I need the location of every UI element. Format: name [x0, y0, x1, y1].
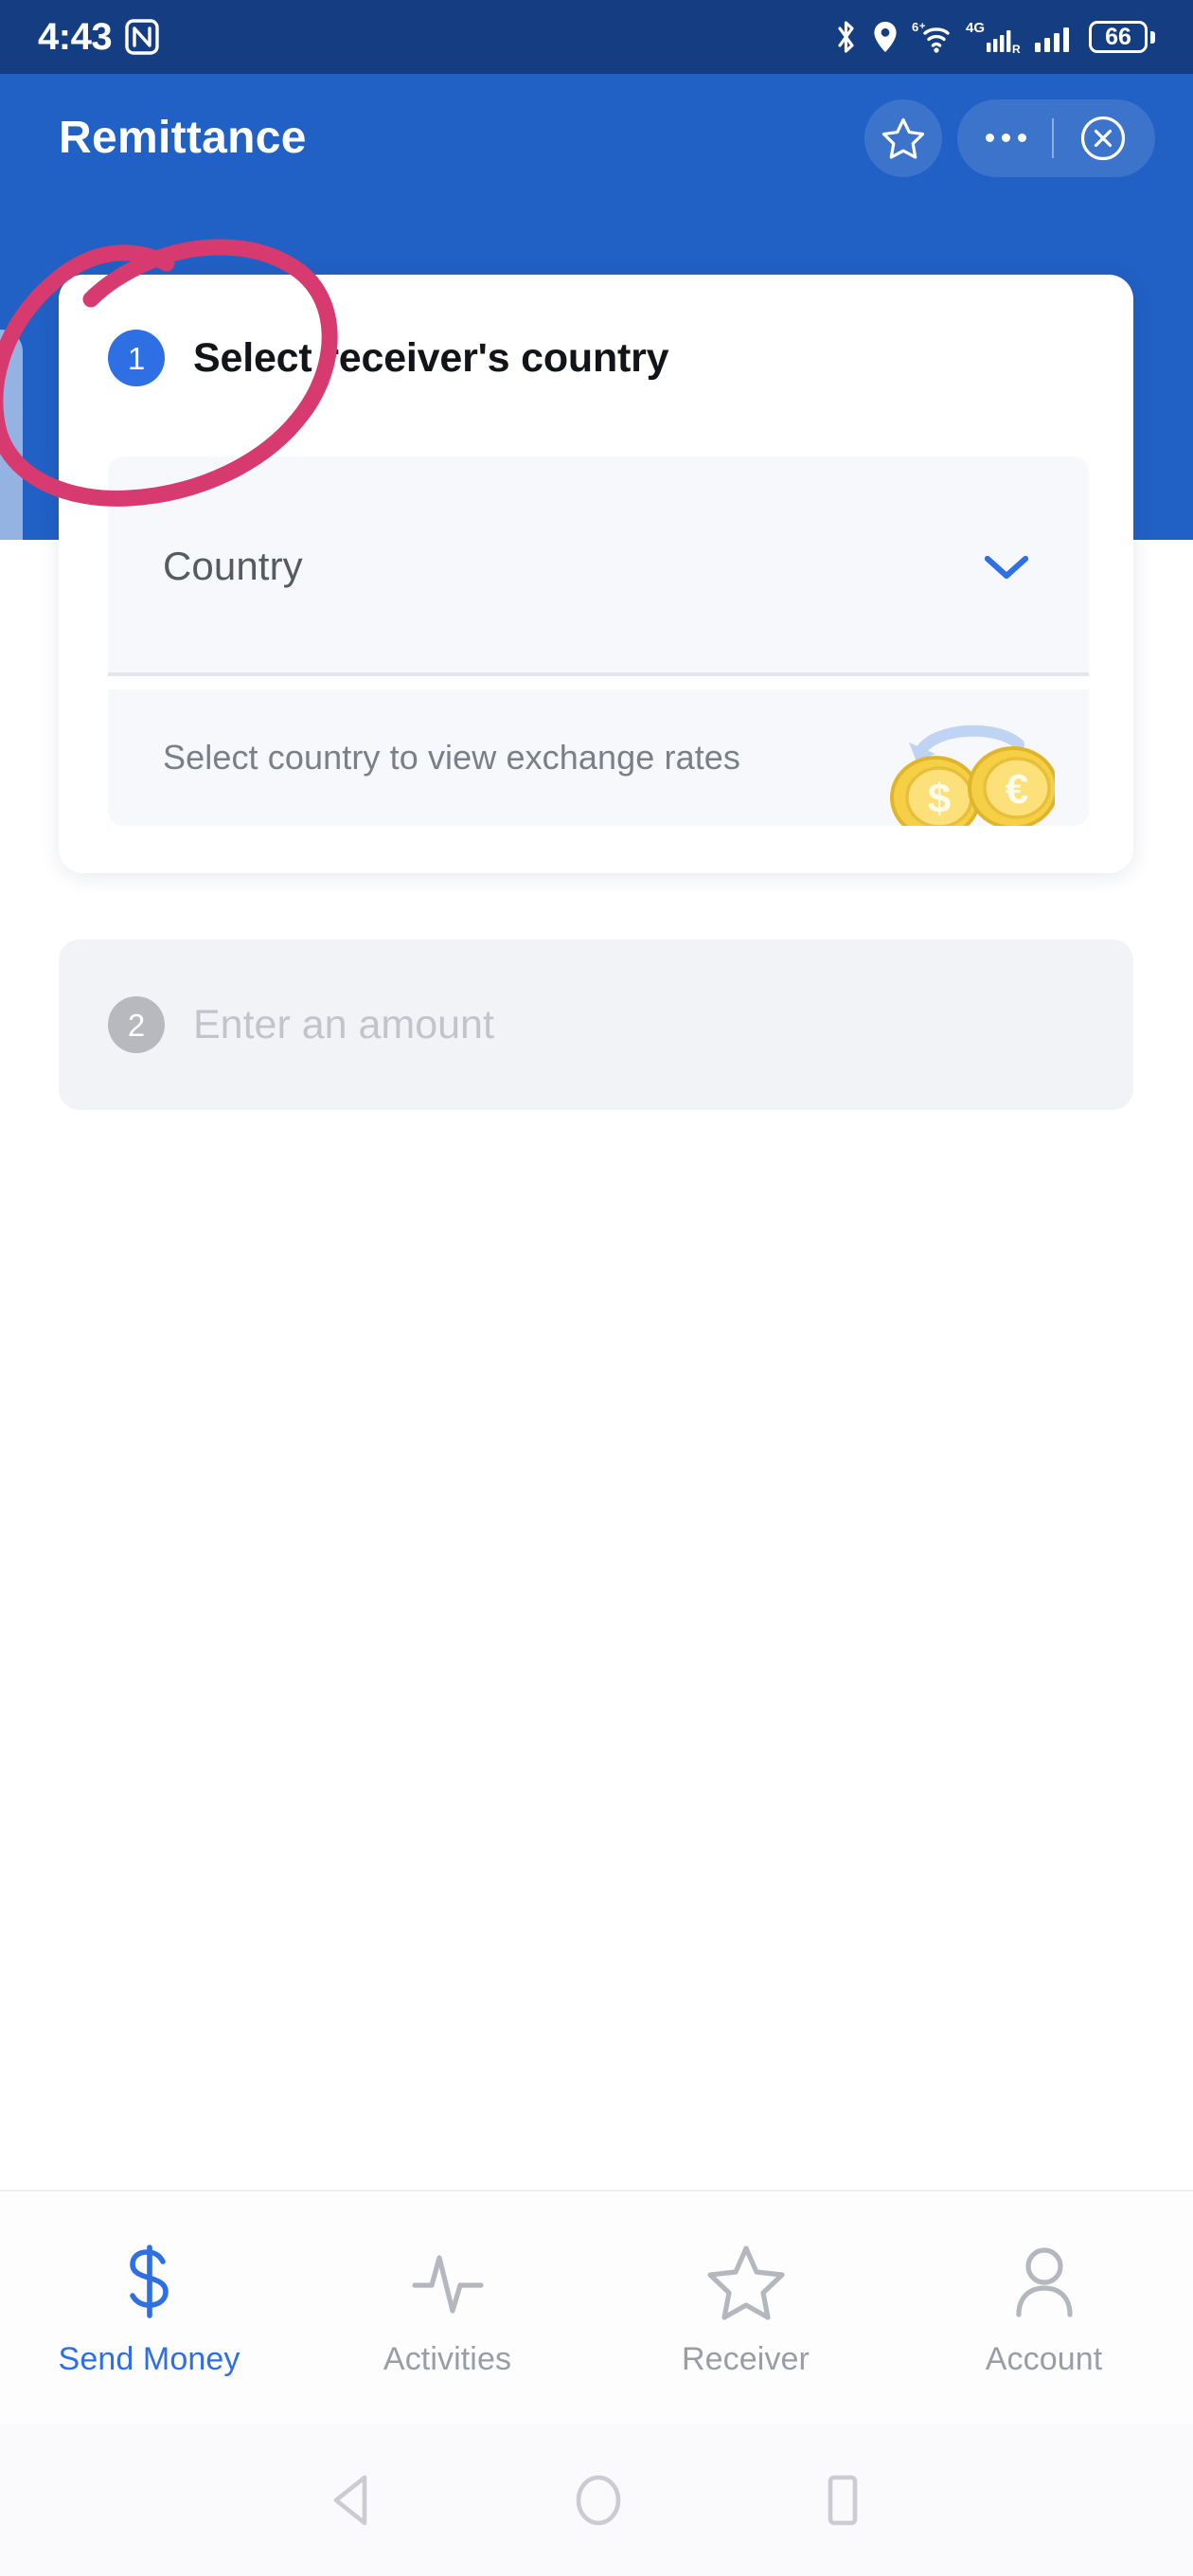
nav-item-send-money[interactable]: Send Money [0, 2241, 298, 2375]
square-recents-icon[interactable] [815, 2471, 868, 2530]
exchange-rate-hint: Select country to view exchange rates [163, 738, 741, 777]
country-select-field[interactable]: Country [108, 456, 1089, 676]
svg-text:$: $ [928, 776, 951, 822]
svg-text:4G: 4G [966, 20, 985, 36]
location-icon [874, 22, 897, 52]
status-bar: 4:43 6 + 4G R 66 [0, 0, 1193, 74]
dollar-sign-icon [117, 2241, 182, 2322]
step-two-card[interactable]: 2 Enter an amount [59, 939, 1133, 1110]
currency-exchange-illustration: $ € [875, 689, 1059, 839]
circle-home-icon[interactable] [571, 2471, 626, 2530]
nav-label-account: Account [985, 2341, 1103, 2377]
nav-item-receiver[interactable]: Receiver [596, 2241, 895, 2375]
wifi-icon: 6 + [912, 20, 950, 53]
star-outline-icon [706, 2241, 786, 2322]
nav-label-receiver: Receiver [682, 2341, 810, 2377]
svg-text:6: 6 [912, 20, 918, 34]
status-bar-left: 4:43 [38, 18, 159, 56]
country-field-underline [108, 672, 1089, 676]
bottom-navigation: Send Money Activities Receiver Account [0, 2191, 1193, 2424]
carousel-peek-card[interactable] [0, 330, 23, 581]
chevron-down-icon[interactable] [977, 547, 1036, 585]
close-circle-icon[interactable] [1079, 115, 1127, 162]
bluetooth-icon [838, 21, 854, 53]
header-actions [864, 98, 1155, 177]
android-system-nav [0, 2424, 1193, 2576]
favorite-button[interactable] [864, 98, 942, 177]
country-select-placeholder: Country [163, 544, 303, 588]
activity-pulse-icon [409, 2241, 487, 2322]
nav-item-activities[interactable]: Activities [298, 2241, 596, 2375]
battery-level: 66 [1105, 23, 1131, 50]
step-two-title: Enter an amount [193, 1001, 494, 1047]
star-outline-icon [881, 117, 925, 159]
signal-4g-icon: 4G R [966, 20, 1021, 56]
nav-label-activities: Activities [383, 2341, 512, 2377]
exchange-rate-hint-strip: Select country to view exchange rates $ [108, 689, 1089, 839]
svg-text:+: + [919, 21, 925, 32]
header-menu-pill [957, 98, 1155, 177]
pill-divider [1052, 117, 1054, 158]
nav-label-send-money: Send Money [58, 2341, 240, 2377]
step-two-badge: 2 [108, 996, 165, 1053]
phone-screen: 4:43 6 + 4G R 66 Remittance 1 Select rec… [0, 0, 1193, 2576]
step-one-header: 1 Select receiver's country [59, 275, 1133, 386]
svg-text:€: € [1006, 766, 1028, 813]
triangle-back-icon[interactable] [325, 2471, 382, 2530]
nfc-icon [125, 19, 159, 55]
signal-bars-icon [1035, 27, 1069, 52]
battery-indicator: 66 [1089, 21, 1155, 53]
step-one-title: Select receiver's country [193, 334, 669, 381]
more-horizontal-icon[interactable] [986, 134, 1026, 142]
person-icon [1007, 2241, 1081, 2322]
step-one-card: 1 Select receiver's country Country Sele… [59, 275, 1133, 873]
step-one-badge: 1 [108, 330, 165, 386]
svg-text:R: R [1012, 43, 1021, 56]
status-time: 4:43 [38, 16, 113, 58]
status-bar-right: 6 + 4G R 66 [834, 18, 1155, 56]
page-title: Remittance [59, 112, 307, 163]
app-header-row: Remittance [0, 74, 1193, 202]
nav-item-account[interactable]: Account [895, 2241, 1193, 2375]
